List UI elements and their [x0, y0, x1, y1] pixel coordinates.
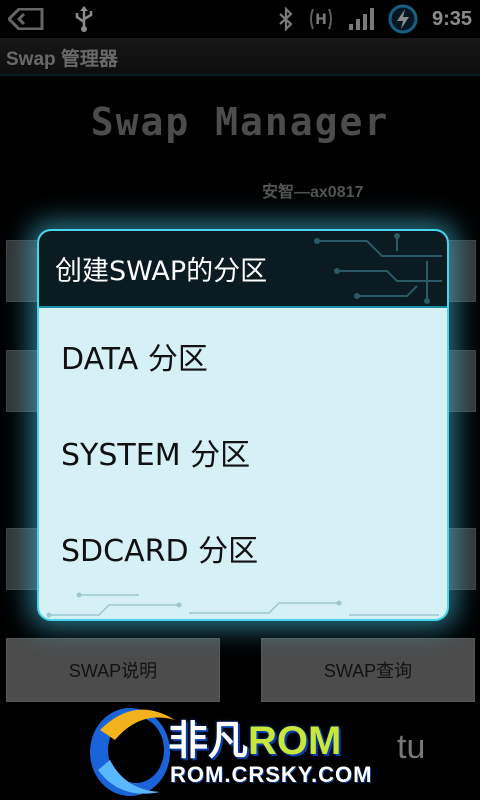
option-system-partition[interactable]: SYSTEM 分区: [39, 404, 447, 500]
partition-dialog: 创建SWAP的分区 DATA 分区 SYSTEM 分区 SDCARD 分区: [37, 229, 449, 621]
circuit-decoration: [314, 233, 442, 304]
option-data-partition[interactable]: DATA 分区: [39, 308, 447, 404]
dialog-title: 创建SWAP的分区: [55, 256, 268, 287]
watermark-name: 非凡ROM: [168, 719, 342, 763]
circuit-decoration: [46, 592, 439, 618]
dialog-header: 创建SWAP的分区: [39, 231, 447, 308]
option-sdcard-partition[interactable]: SDCARD 分区: [39, 500, 447, 596]
watermark-url: ROM.CRSKY.COM: [170, 762, 373, 787]
watermark-extra: tu: [397, 728, 426, 766]
